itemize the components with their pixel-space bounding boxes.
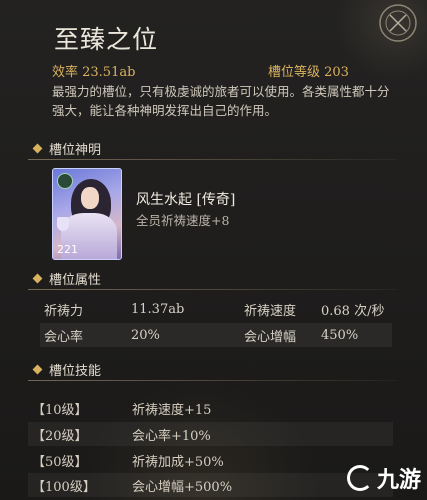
attribute-label: 祈祷速度 bbox=[244, 303, 297, 319]
slot-level-value: 槽位等级 203 bbox=[268, 65, 349, 80]
god-effect: 全员祈祷速度+8 bbox=[136, 213, 230, 228]
section-label: 槽位属性 bbox=[49, 272, 102, 288]
diamond-bullet-icon bbox=[32, 143, 43, 153]
god-name: 风生水起 [传奇] bbox=[136, 192, 236, 208]
watermark-text: 九游 bbox=[376, 468, 421, 493]
skill-level: 【100级】 bbox=[32, 479, 96, 495]
diamond-bullet-icon bbox=[32, 273, 43, 283]
attribute-row: 祈祷力 11.37ab 祈祷速度 0.68 次/秒 bbox=[40, 297, 392, 321]
slot-description: 最强力的槽位，只有极虔诚的旅者可以使用。各类属性都十分强大，能让各种神明发挥出自… bbox=[52, 84, 390, 118]
rank-shield-icon bbox=[57, 217, 69, 231]
ornament-emblem-icon bbox=[379, 4, 417, 42]
skill-level: 【10级】 bbox=[32, 402, 88, 418]
section-header-slot-god: 槽位神明 bbox=[28, 136, 398, 160]
efficiency-value: 效率 23.51ab bbox=[52, 65, 136, 80]
card-art-face bbox=[81, 187, 99, 209]
skill-row: 【100级】 会心增幅+500% bbox=[28, 473, 393, 497]
skill-level: 【20级】 bbox=[32, 428, 88, 444]
attribute-label: 会心增幅 bbox=[244, 329, 297, 345]
card-level: 221 bbox=[57, 243, 78, 256]
skill-effect: 祈祷加成+50% bbox=[132, 454, 224, 470]
watermark-logo-icon bbox=[346, 465, 373, 491]
element-icon bbox=[57, 173, 73, 189]
diamond-bullet-icon bbox=[32, 364, 43, 374]
section-label: 槽位神明 bbox=[49, 142, 102, 158]
page-title: 至臻之位 bbox=[54, 25, 159, 54]
attribute-value: 0.68 次/秒 bbox=[321, 303, 385, 319]
skill-row: 【20级】 会心率+10% bbox=[28, 422, 393, 446]
section-label: 槽位技能 bbox=[49, 363, 102, 379]
skill-effect: 会心增幅+500% bbox=[132, 479, 233, 495]
god-card[interactable]: 221 bbox=[52, 168, 122, 260]
skill-level: 【50级】 bbox=[32, 454, 88, 470]
skill-row: 【10级】 祈祷速度+15 bbox=[28, 396, 393, 420]
attribute-value: 20% bbox=[131, 327, 160, 343]
attribute-label: 会心率 bbox=[44, 329, 84, 345]
attribute-value: 450% bbox=[321, 327, 359, 343]
attribute-value: 11.37ab bbox=[131, 301, 185, 317]
attribute-row: 会心率 20% 会心增幅 450% bbox=[40, 323, 392, 347]
skill-effect: 会心率+10% bbox=[132, 428, 211, 444]
skill-effect: 祈祷速度+15 bbox=[132, 402, 212, 418]
skill-row: 【50级】 祈祷加成+50% bbox=[28, 448, 393, 472]
site-watermark: 九游 bbox=[346, 462, 421, 494]
section-header-slot-attributes: 槽位属性 bbox=[28, 266, 398, 290]
section-header-slot-skills: 槽位技能 bbox=[28, 357, 398, 381]
attribute-label: 祈祷力 bbox=[44, 303, 84, 319]
